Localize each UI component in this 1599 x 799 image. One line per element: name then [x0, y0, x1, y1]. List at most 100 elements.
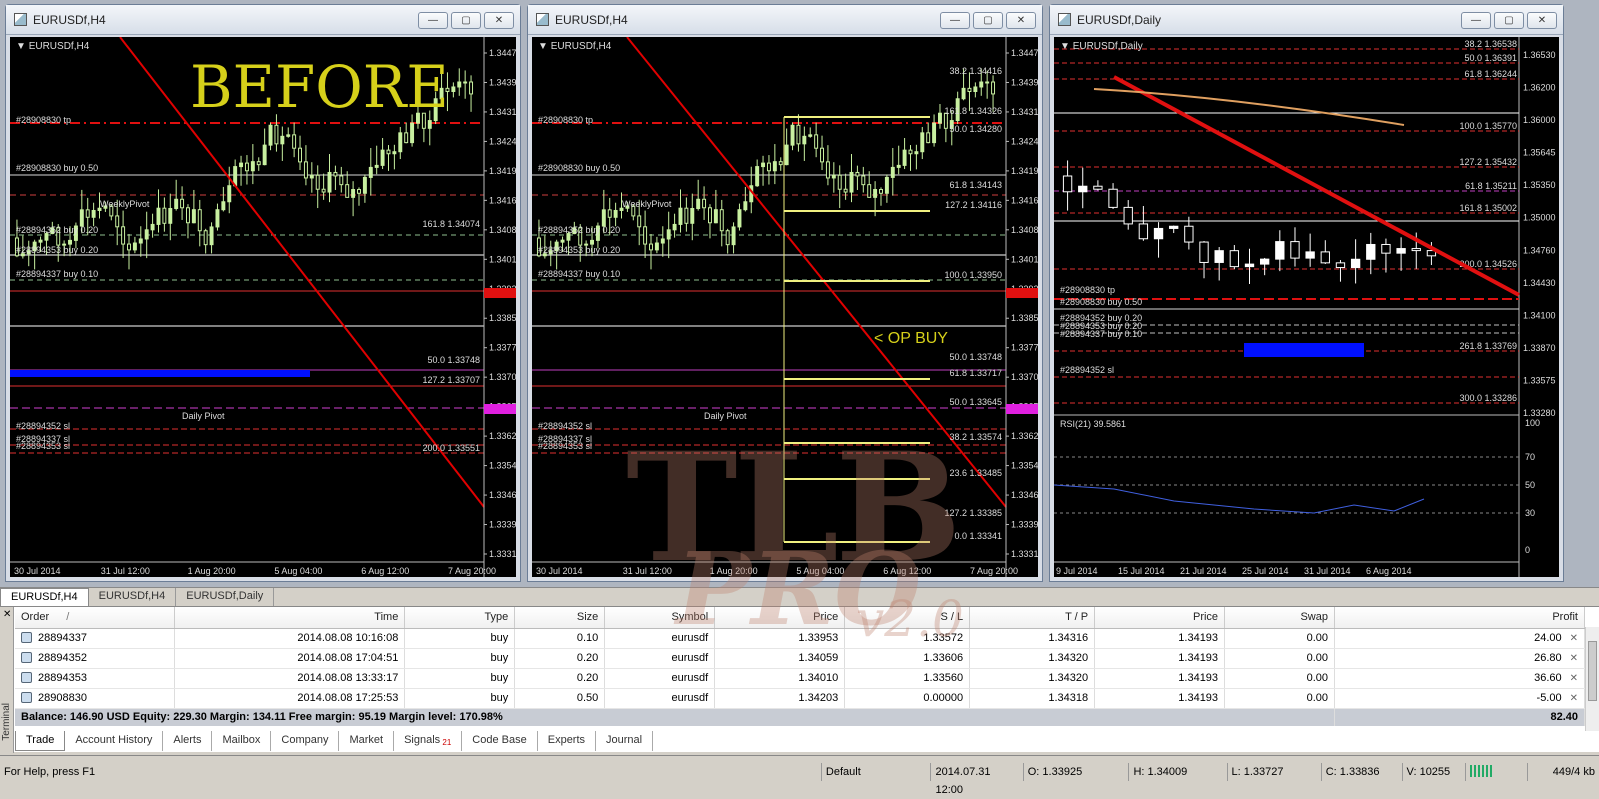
column-header[interactable]: S / L	[844, 607, 971, 629]
table-cell: 0.00	[1224, 668, 1335, 689]
window-title-bar[interactable]: EURUSDf,Daily — ▢ ✕	[1050, 5, 1563, 35]
close-button[interactable]: ✕	[1527, 12, 1557, 29]
window-title-bar[interactable]: EURUSDf,H4 — ▢ ✕	[528, 5, 1042, 35]
terminal-tab-experts[interactable]: Experts	[538, 731, 597, 751]
terminal-tab-company[interactable]: Company	[271, 731, 340, 751]
column-header[interactable]: Size	[514, 607, 606, 629]
price-tick-label: 1.34010	[489, 254, 516, 264]
chart-tab[interactable]: EURUSDf,H4	[0, 588, 89, 606]
candle-body	[451, 86, 456, 93]
candle-body	[1411, 248, 1421, 252]
order-label: #28894337 buy 0.10	[1060, 329, 1142, 339]
price-tick-label: 1.34160	[489, 195, 516, 205]
column-header[interactable]: Price	[1094, 607, 1226, 629]
maximize-button[interactable]: ▢	[973, 12, 1003, 29]
date-tick-label: 7 Aug 20:00	[970, 566, 1018, 576]
candle-body	[268, 124, 273, 146]
terminal-tab-market[interactable]: Market	[339, 731, 395, 751]
fib-level-label: 50.0 1.33645	[949, 397, 1002, 407]
rsi-level-label: 30	[1525, 508, 1535, 518]
minimize-button[interactable]: —	[418, 12, 448, 29]
price-tick-label: 1.34760	[1523, 245, 1556, 255]
column-header[interactable]: Symbol	[604, 607, 716, 629]
blue-zone	[10, 370, 310, 377]
terminal-tab-account-history[interactable]: Account History	[65, 731, 164, 751]
candle-body	[713, 209, 718, 224]
column-header[interactable]: Order /	[15, 607, 176, 629]
column-header[interactable]: Time	[174, 607, 406, 629]
terminal-tab-signals[interactable]: Signals 21	[394, 731, 463, 751]
candle-body	[890, 166, 895, 178]
table-row[interactable]: 28894337 2014.08.08 10:16:08 buy 0.10 eurusd…	[15, 628, 1585, 649]
terminal-tab-code-base[interactable]: Code Base	[462, 731, 538, 751]
table-row[interactable]: 28908830 2014.08.08 17:25:53 buy 0.50 eurusd…	[15, 688, 1585, 709]
bar-open: O: 1.33925	[1024, 762, 1130, 781]
close-order-icon[interactable]: ✕	[1570, 693, 1578, 704]
terminal-tab-mailbox[interactable]: Mailbox	[212, 731, 272, 751]
fib-level-label: 38.2 1.33574	[949, 432, 1002, 442]
table-cell: 1.34316	[969, 628, 1096, 649]
vertical-scrollbar[interactable]	[1585, 627, 1599, 731]
close-order-icon[interactable]: ✕	[1570, 653, 1578, 664]
column-header[interactable]: Swap	[1224, 607, 1335, 629]
fib-level-label: 50.0 1.36391	[1464, 53, 1517, 63]
chart-window-daily[interactable]: EURUSDf,Daily — ▢ ✕ 38.2 1.36538 50.0 1.3…	[1049, 4, 1564, 582]
candle-body	[672, 223, 677, 231]
window-title-bar[interactable]: EURUSDf,H4 — ▢ ✕	[6, 5, 520, 35]
table-row[interactable]: 28894353 2014.08.08 13:33:17 buy 0.20 eurusd…	[15, 668, 1585, 689]
date-tick-label: 31 Jul 12:00	[623, 566, 672, 576]
maximize-button[interactable]: ▢	[1494, 12, 1524, 29]
chart-tab[interactable]: EURUSDf,H4	[89, 588, 177, 606]
column-header[interactable]: Profit	[1334, 607, 1585, 629]
candle-body	[1396, 248, 1406, 254]
table-row[interactable]: 28894352 2014.08.08 17:04:51 buy 0.20 eurusd…	[15, 648, 1585, 669]
candle-body	[560, 239, 565, 243]
price-chart[interactable]: 38.2 1.36538 50.0 1.36391 61.8 1.36244 100.…	[1054, 37, 1559, 577]
candle-body	[1350, 258, 1361, 269]
date-tick-label: 31 Jul 12:00	[101, 566, 150, 576]
candle-body	[719, 209, 724, 232]
order-label: #28894353 buy 0.20	[538, 245, 620, 255]
candle-body	[879, 189, 883, 194]
candle-body	[825, 161, 830, 179]
column-header[interactable]: Type	[404, 607, 516, 629]
terminal-tab-trade[interactable]: Trade	[15, 731, 66, 751]
terminal-tab-journal[interactable]: Journal	[596, 731, 654, 751]
price-tick-label: 1.34315	[489, 107, 516, 117]
column-header[interactable]: Price	[714, 607, 846, 629]
window-title: EURUSDf,Daily	[1077, 12, 1162, 27]
daily-pivot-label: Daily Pivot	[704, 411, 747, 421]
price-tick-label: 1.33855	[1011, 313, 1038, 323]
candle-body	[1214, 250, 1224, 263]
table-cell: 28894353	[15, 668, 176, 689]
minimize-button[interactable]: —	[940, 12, 970, 29]
price-chart[interactable]: #28908830 tp #28908830 buy 0.50 #28894352 …	[10, 37, 516, 577]
fib-level-label: 300.0 1.33286	[1459, 393, 1517, 403]
terminal-tab-alerts[interactable]: Alerts	[163, 731, 213, 751]
close-order-icon[interactable]: ✕	[1570, 673, 1578, 684]
traffic-counter: 449/4 kb	[1552, 765, 1595, 778]
close-order-icon[interactable]: ✕	[1570, 633, 1578, 644]
maximize-button[interactable]: ▢	[451, 12, 481, 29]
price-tick-label: 1.33620	[1011, 431, 1038, 441]
column-header[interactable]: T / P	[969, 607, 1096, 629]
minimize-button[interactable]: —	[1461, 12, 1491, 29]
candle-body	[926, 132, 931, 144]
price-tick-label: 1.33545	[489, 461, 516, 471]
chart-window-op-buy[interactable]: EURUSDf,H4 — ▢ ✕ #28908830 tp #28908830 b…	[527, 4, 1043, 582]
order-icon	[21, 672, 32, 683]
table-cell: buy	[404, 668, 516, 689]
before-overlay-text: BEFORE	[190, 53, 449, 121]
price-chart[interactable]: #28908830 tp #28908830 buy 0.50 #28894352 …	[532, 37, 1038, 577]
candle-body	[820, 147, 824, 163]
close-terminal-icon[interactable]: ✕	[3, 609, 11, 620]
order-label: #28908830 tp	[538, 115, 593, 125]
close-button[interactable]: ✕	[1006, 12, 1036, 29]
bar-close: C: 1.33836	[1322, 762, 1403, 781]
order-label: #28894352 buy 0.20	[538, 225, 620, 235]
table-cell: buy	[404, 688, 516, 709]
chart-window-before[interactable]: EURUSDf,H4 — ▢ ✕ #28908830 tp #28908830 b…	[5, 4, 521, 582]
chart-tab[interactable]: EURUSDf,Daily	[176, 588, 275, 606]
price-tick-label: 1.33315	[1011, 549, 1038, 559]
close-button[interactable]: ✕	[484, 12, 514, 29]
